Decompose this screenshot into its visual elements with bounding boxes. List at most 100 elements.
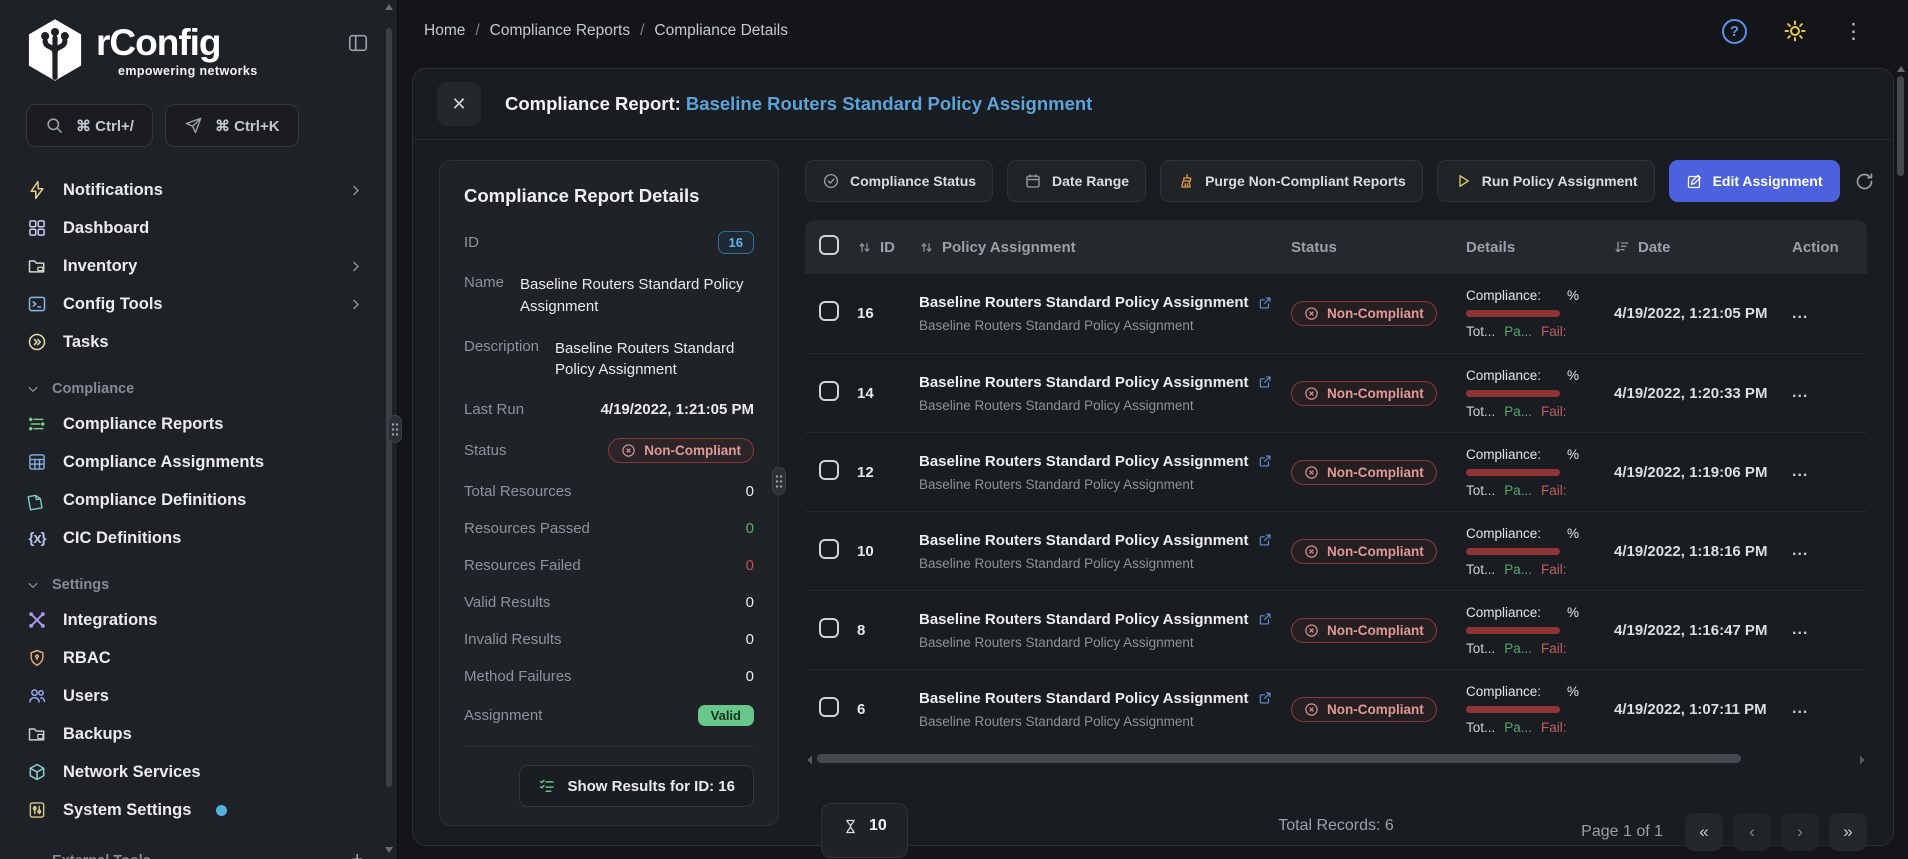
chevron-down-icon (26, 578, 40, 592)
table-row: 6 Baseline Routers Standard Policy Assig… (805, 669, 1867, 748)
scroll-down-arrow[interactable] (385, 847, 393, 853)
main-vertical-scrollbar[interactable] (1897, 64, 1905, 851)
search-shortcut-button[interactable]: ⌘ Ctrl+/ (26, 104, 153, 147)
field-assignment: Assignment Valid (464, 705, 754, 726)
row-date: 4/19/2022, 1:18:16 PM (1614, 542, 1768, 560)
field-method-failures: Method Failures 0 (464, 668, 754, 685)
more-options-icon[interactable]: ⋮ (1843, 21, 1864, 42)
run-policy-assignment-button[interactable]: Run Policy Assignment (1436, 160, 1655, 202)
sidebar-item-compliance-reports[interactable]: Compliance Reports (26, 405, 363, 443)
external-link-icon[interactable] (1258, 691, 1272, 705)
table-row: 8 Baseline Routers Standard Policy Assig… (805, 590, 1867, 669)
table-footer: 10 Total Records: 6 Page 1 of 1 « ‹ › » (805, 803, 1867, 858)
sidebar-item-rbac[interactable]: RBAC (26, 639, 363, 677)
header-policy-assignment[interactable]: Policy Assignment (919, 239, 1291, 256)
sidebar-item-inventory[interactable]: Inventory (26, 247, 363, 285)
sidebar-item-system-settings[interactable]: System Settings (26, 791, 363, 829)
external-link-icon[interactable] (1258, 375, 1272, 389)
section-external-tools[interactable]: External Tools + (26, 849, 363, 859)
row-checkbox[interactable] (819, 301, 839, 321)
breadcrumb-compliance-details: Compliance Details (654, 22, 788, 39)
sidebar-item-compliance-definitions[interactable]: Compliance Definitions (26, 481, 363, 519)
sidebar-item-notifications[interactable]: Notifications (26, 171, 363, 209)
x-circle-icon (1305, 465, 1318, 479)
external-link-icon[interactable] (1258, 533, 1272, 547)
select-all-checkbox[interactable] (819, 235, 839, 255)
policy-assignment-link[interactable]: Baseline Routers Standard Policy Assignm… (919, 453, 1249, 470)
command-shortcut-button[interactable]: ⌘ Ctrl+K (164, 104, 299, 147)
row-actions-button[interactable]: ... (1792, 463, 1867, 481)
chevron-down-icon (26, 854, 40, 859)
reports-table: ID Policy Assignment Status Details Date… (805, 220, 1867, 748)
terminal-icon (26, 294, 48, 314)
row-checkbox[interactable] (819, 538, 839, 559)
sidebar-item-network-services[interactable]: Network Services (26, 753, 363, 791)
sidebar-item-dashboard[interactable]: Dashboard (26, 209, 363, 247)
sidebar-item-tasks[interactable]: Tasks (26, 323, 363, 361)
scroll-right-arrow[interactable] (1860, 756, 1865, 764)
users-icon (26, 686, 48, 706)
policy-assignment-link[interactable]: Baseline Routers Standard Policy Assignm… (919, 294, 1249, 311)
header-id[interactable]: ID (857, 239, 919, 256)
sidebar-item-integrations[interactable]: Integrations (26, 601, 363, 639)
section-compliance[interactable]: Compliance (26, 381, 363, 397)
row-actions-button[interactable]: ... (1792, 700, 1867, 718)
policy-assignment-link[interactable]: Baseline Routers Standard Policy Assignm… (919, 611, 1249, 628)
header-date[interactable]: Date (1614, 239, 1792, 256)
row-checkbox[interactable] (819, 459, 839, 480)
details-cell: Compliance:% Tot... Pa... Fail: (1466, 288, 1580, 339)
show-results-button[interactable]: Show Results for ID: 16 (519, 765, 754, 807)
previous-page-button[interactable]: ‹ (1733, 813, 1771, 851)
header-status[interactable]: Status (1291, 239, 1466, 256)
sidebar-item-backups[interactable]: Backups (26, 715, 363, 753)
sidebar-item-users[interactable]: Users (26, 677, 363, 715)
sidebar-item-config-tools[interactable]: Config Tools (26, 285, 363, 323)
help-icon[interactable]: ? (1722, 18, 1747, 44)
horizontal-scrollbar-thumb[interactable] (817, 754, 1741, 763)
vertical-scrollbar-thumb[interactable] (1897, 76, 1904, 176)
add-external-tool-button[interactable]: + (351, 849, 363, 859)
chevron-right-icon (348, 297, 363, 312)
breadcrumb-home[interactable]: Home (424, 22, 465, 40)
breadcrumb-compliance-reports[interactable]: Compliance Reports (490, 22, 630, 40)
row-checkbox[interactable] (819, 617, 839, 638)
first-page-button[interactable]: « (1685, 813, 1723, 851)
checklist-icon (538, 777, 556, 795)
app-logo[interactable]: rConfig empowering networks (26, 18, 397, 82)
horizontal-scrollbar[interactable] (805, 753, 1867, 765)
section-settings[interactable]: Settings (26, 577, 363, 593)
scroll-up-arrow[interactable] (385, 4, 393, 10)
close-panel-button[interactable]: ✕ (437, 82, 481, 126)
next-page-button[interactable]: › (1781, 813, 1819, 851)
edit-assignment-button[interactable]: Edit Assignment (1668, 160, 1840, 202)
policy-assignment-link[interactable]: Baseline Routers Standard Policy Assignm… (919, 532, 1249, 549)
external-link-icon[interactable] (1258, 296, 1272, 310)
compliance-status-filter-button[interactable]: Compliance Status (805, 160, 994, 202)
last-page-button[interactable]: » (1829, 813, 1867, 851)
date-range-filter-button[interactable]: Date Range (1007, 160, 1147, 202)
scroll-up-arrow[interactable] (1897, 66, 1905, 72)
page-size-selector[interactable]: 10 (821, 803, 908, 858)
theme-toggle-sun-icon[interactable] (1783, 19, 1807, 43)
policy-assignment-link[interactable]: Baseline Routers Standard Policy Assignm… (919, 374, 1249, 391)
external-link-icon[interactable] (1258, 612, 1272, 626)
row-actions-button[interactable]: ... (1792, 384, 1867, 402)
purge-non-compliant-button[interactable]: Purge Non-Compliant Reports (1160, 160, 1423, 202)
card-resize-handle[interactable] (772, 467, 786, 495)
refresh-icon[interactable] (1854, 171, 1877, 192)
row-actions-button[interactable]: ... (1792, 542, 1867, 560)
sidebar-resize-handle[interactable] (388, 415, 402, 443)
row-actions-button[interactable]: ... (1792, 621, 1867, 639)
policy-assignment-link[interactable]: Baseline Routers Standard Policy Assignm… (919, 690, 1249, 707)
bolt-icon (26, 180, 48, 200)
row-actions-button[interactable]: ... (1792, 305, 1867, 323)
sidebar-item-cic-definitions[interactable]: {x} CIC Definitions (26, 519, 363, 557)
sidebar-collapse-icon[interactable] (347, 32, 369, 54)
row-date: 4/19/2022, 1:07:11 PM (1614, 700, 1767, 718)
row-checkbox[interactable] (819, 696, 839, 717)
sidebar-item-compliance-assignments[interactable]: Compliance Assignments (26, 443, 363, 481)
scroll-left-arrow[interactable] (807, 756, 812, 764)
sidebar-scrollbar-thumb[interactable] (386, 28, 392, 787)
row-checkbox[interactable] (819, 380, 839, 401)
external-link-icon[interactable] (1258, 454, 1272, 468)
